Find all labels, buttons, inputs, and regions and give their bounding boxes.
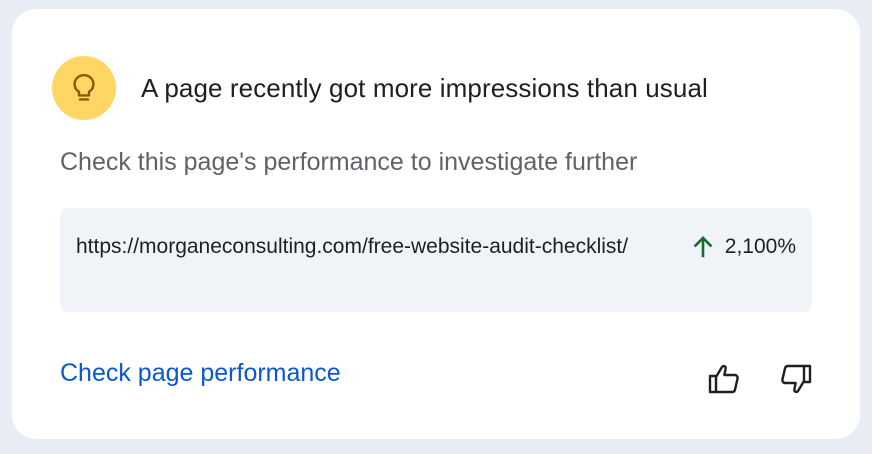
page-url-row: https://morganeconsulting.com/free-websi… bbox=[60, 208, 812, 312]
lightbulb-icon bbox=[73, 74, 95, 101]
impressions-change: 2,100% bbox=[691, 230, 796, 263]
card-title: A page recently got more impressions tha… bbox=[141, 72, 708, 103]
thumbs-down-button[interactable] bbox=[776, 359, 816, 399]
thumbs-up-icon bbox=[708, 364, 739, 394]
card-subtitle: Check this page's performance to investi… bbox=[60, 148, 638, 176]
check-page-performance-link[interactable]: Check page performance bbox=[60, 359, 341, 388]
arrow-up-icon bbox=[693, 235, 713, 257]
thumbs-up-button[interactable] bbox=[704, 359, 744, 399]
impressions-change-value: 2,100% bbox=[724, 235, 796, 258]
lightbulb-icon-badge bbox=[52, 56, 116, 120]
page-url: https://morganeconsulting.com/free-websi… bbox=[76, 235, 629, 258]
thumbs-down-icon bbox=[781, 364, 812, 394]
card-header: A page recently got more impressions tha… bbox=[52, 56, 708, 120]
insight-card: A page recently got more impressions tha… bbox=[12, 9, 860, 439]
